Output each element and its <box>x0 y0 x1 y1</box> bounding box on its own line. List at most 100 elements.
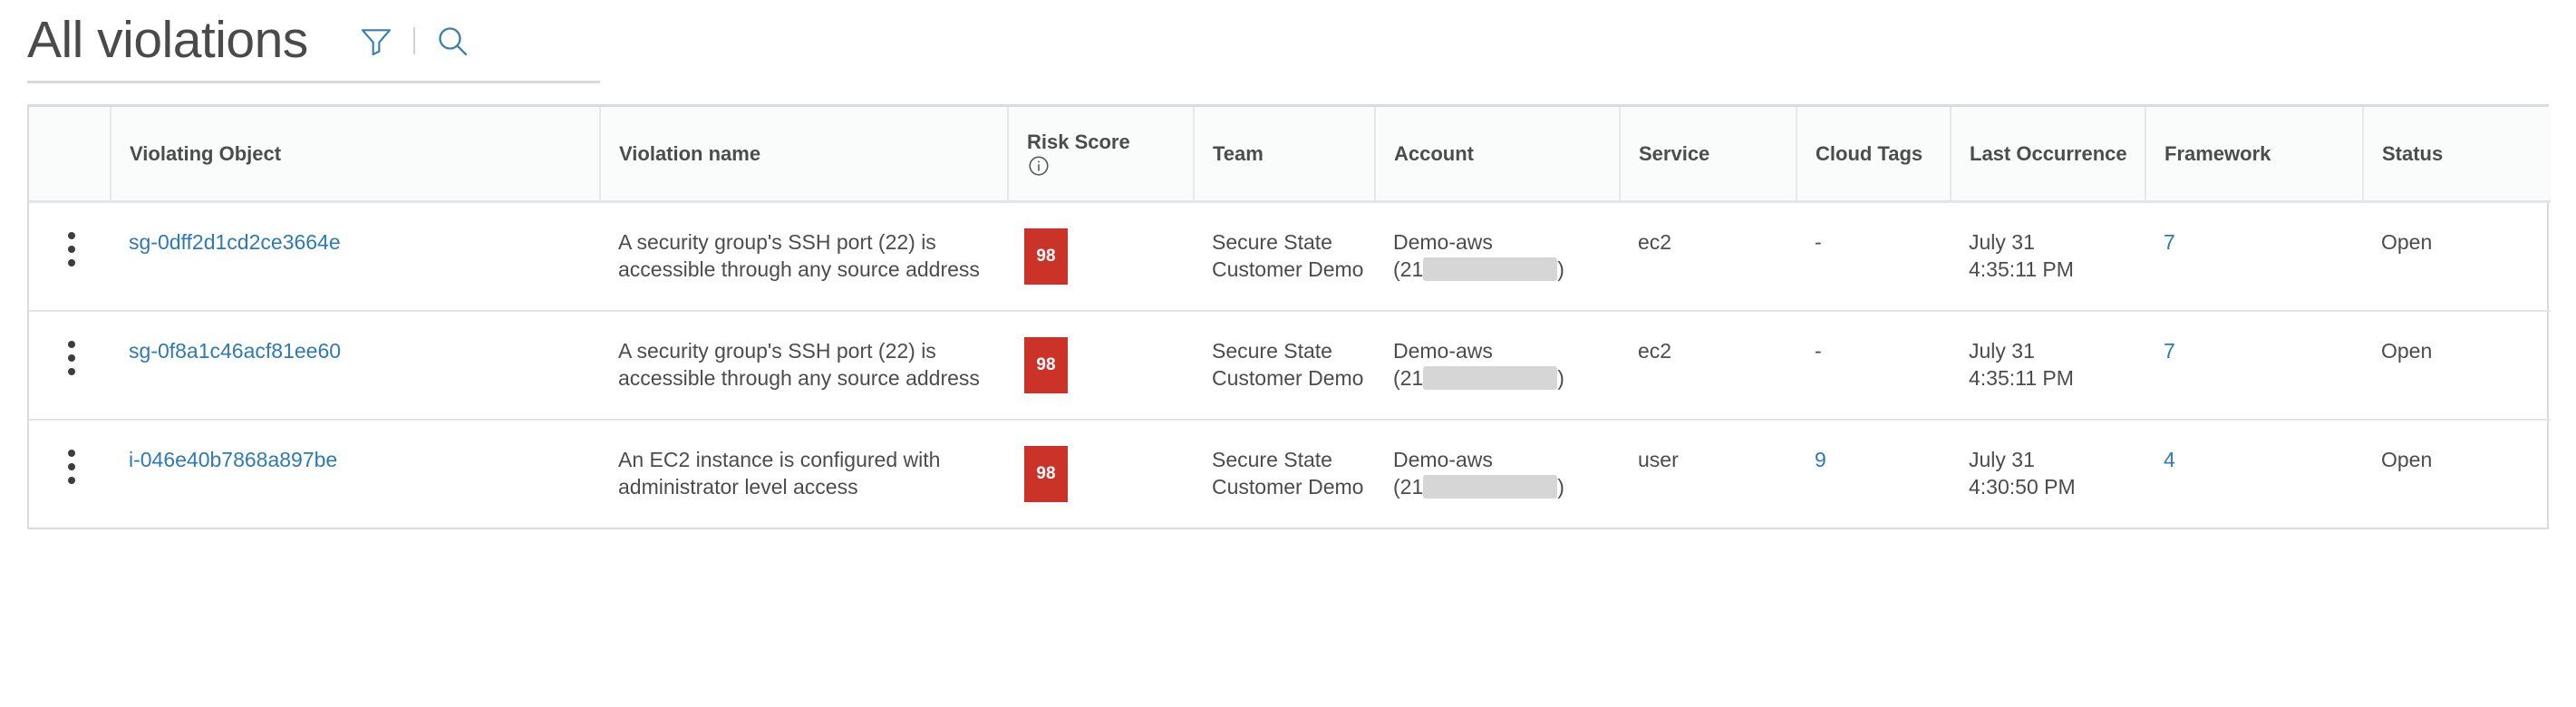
column-header-status[interactable]: Status <box>2362 107 2551 203</box>
cell-team: Secure State Customer Demo <box>1194 310 1375 421</box>
violations-table: Violating Object Violation name Risk Sco… <box>29 107 2551 528</box>
column-header-team-label: Team <box>1213 141 1264 165</box>
cell-risk-score: 98 <box>1008 201 1194 312</box>
column-header-service[interactable]: Service <box>1619 107 1796 203</box>
table-row: i-046e40b7868a897be An EC2 instance is c… <box>29 420 2551 528</box>
column-header-last-occurrence-label: Last Occurrence <box>1970 141 2127 165</box>
cell-last-occurrence: July 31 4:35:11 PM <box>1951 201 2145 312</box>
cell-last-occurrence: July 31 4:35:11 PM <box>1951 310 2145 421</box>
cell-team: Secure State Customer Demo <box>1194 201 1375 312</box>
cell-framework: 7 <box>2145 310 2363 421</box>
account-id-text: (21) <box>1393 256 1620 283</box>
table-row: sg-0dff2d1cd2ce3664e A security group's … <box>29 201 2551 312</box>
status-text: Open <box>2381 338 2433 363</box>
service-text: user <box>1638 447 1679 471</box>
cell-status: Open <box>2363 420 2551 528</box>
violating-object-link[interactable]: sg-0dff2d1cd2ce3664e <box>129 230 341 254</box>
column-header-status-label: Status <box>2382 141 2444 165</box>
column-header-framework[interactable]: Framework <box>2145 107 2363 203</box>
column-header-violation-name-label: Violation name <box>619 141 761 165</box>
page-header-underline: All violations <box>27 0 600 83</box>
account-id-suffix: ) <box>1557 257 1564 281</box>
account-id-suffix: ) <box>1557 474 1564 499</box>
framework-count-link[interactable]: 7 <box>2164 339 2175 363</box>
last-occurrence-date: July 31 <box>1969 338 2035 363</box>
framework-count-link[interactable]: 4 <box>2164 448 2175 471</box>
header-icon-divider <box>412 26 415 54</box>
cloud-tags-text: - <box>1815 229 1822 254</box>
row-menu-cell <box>29 201 111 312</box>
cell-violating-object: sg-0dff2d1cd2ce3664e <box>111 201 600 312</box>
last-occurrence-time: 4:30:50 PM <box>1969 474 2076 499</box>
account-name-text: Demo-aws <box>1393 338 1493 363</box>
column-header-menu <box>29 107 111 203</box>
cell-team: Secure State Customer Demo <box>1194 420 1375 528</box>
violating-object-link[interactable]: sg-0f8a1c46acf81ee60 <box>129 339 341 363</box>
account-id-prefix: (21 <box>1393 257 1424 281</box>
page-title: All violations <box>27 11 308 69</box>
column-header-service-label: Service <box>1639 141 1710 165</box>
account-id-prefix: (21 <box>1393 474 1424 499</box>
cell-account: Demo-aws (21) <box>1375 201 1620 312</box>
status-text: Open <box>2381 447 2433 471</box>
table-header-row: Violating Object Violation name Risk Sco… <box>29 107 2551 203</box>
violation-name-text: A security group's SSH port (22) is acce… <box>618 229 980 281</box>
filter-funnel-icon[interactable] <box>352 16 401 65</box>
page-header: All violations <box>0 0 2576 104</box>
row-actions-kebab-icon[interactable] <box>51 228 92 266</box>
framework-count-link[interactable]: 7 <box>2164 230 2175 254</box>
column-header-violating-object[interactable]: Violating Object <box>110 107 600 203</box>
cell-service: ec2 <box>1620 201 1796 312</box>
team-text: Secure State Customer Demo <box>1212 447 1364 499</box>
column-header-risk-score[interactable]: Risk Score <box>1007 107 1194 203</box>
violation-name-text: An EC2 instance is configured with admin… <box>618 447 941 499</box>
column-header-account[interactable]: Account <box>1374 107 1620 203</box>
cloud-tags-text: - <box>1815 338 1822 363</box>
cell-service: user <box>1620 420 1796 528</box>
team-text: Secure State Customer Demo <box>1212 229 1364 281</box>
violating-object-link[interactable]: i-046e40b7868a897be <box>129 448 337 471</box>
row-menu-cell <box>29 420 111 528</box>
search-icon[interactable] <box>428 16 477 65</box>
cell-service: ec2 <box>1620 310 1796 421</box>
violations-table-container: Violating Object Violation name Risk Sco… <box>27 104 2551 529</box>
cell-framework: 4 <box>2145 420 2363 528</box>
column-header-cloud-tags[interactable]: Cloud Tags <box>1796 107 1951 203</box>
column-header-violation-name[interactable]: Violation name <box>599 107 1008 203</box>
row-menu-cell <box>29 310 111 421</box>
column-header-team[interactable]: Team <box>1193 107 1375 203</box>
account-id-text: (21) <box>1393 364 1620 392</box>
status-text: Open <box>2381 229 2433 254</box>
risk-score-badge: 98 <box>1024 336 1068 393</box>
column-header-last-occurrence[interactable]: Last Occurrence <box>1950 107 2145 203</box>
column-header-risk-score-label: Risk Score <box>1027 130 1130 153</box>
service-text: ec2 <box>1638 229 1672 254</box>
cloud-tags-link[interactable]: 9 <box>1815 448 1826 471</box>
cell-violation-name: A security group's SSH port (22) is acce… <box>600 201 1008 312</box>
team-text: Secure State Customer Demo <box>1212 338 1364 390</box>
table-row: sg-0f8a1c46acf81ee60 A security group's … <box>29 310 2551 421</box>
cell-cloud-tags: - <box>1796 201 1951 312</box>
row-actions-kebab-icon[interactable] <box>51 446 92 484</box>
cell-cloud-tags: - <box>1796 310 1951 421</box>
cell-framework: 7 <box>2145 201 2363 312</box>
column-header-framework-label: Framework <box>2164 141 2271 165</box>
cell-risk-score: 98 <box>1008 420 1194 528</box>
cell-risk-score: 98 <box>1008 310 1194 421</box>
cell-last-occurrence: July 31 4:30:50 PM <box>1951 420 2145 528</box>
cell-status: Open <box>2363 201 2551 312</box>
cell-violation-name: An EC2 instance is configured with admin… <box>600 420 1008 528</box>
account-id-prefix: (21 <box>1393 365 1424 390</box>
service-text: ec2 <box>1638 338 1672 363</box>
last-occurrence-time: 4:35:11 PM <box>1969 365 2074 390</box>
cell-account: Demo-aws (21) <box>1375 310 1620 421</box>
account-name-text: Demo-aws <box>1393 229 1493 254</box>
last-occurrence-date: July 31 <box>1969 447 2035 471</box>
account-id-redaction-block <box>1423 365 1558 390</box>
info-circle-icon[interactable] <box>1009 154 1193 178</box>
account-id-redaction-block <box>1423 257 1558 281</box>
row-actions-kebab-icon[interactable] <box>51 337 92 375</box>
account-id-suffix: ) <box>1557 365 1564 390</box>
column-header-account-label: Account <box>1394 141 1474 165</box>
risk-score-badge: 98 <box>1024 445 1068 502</box>
